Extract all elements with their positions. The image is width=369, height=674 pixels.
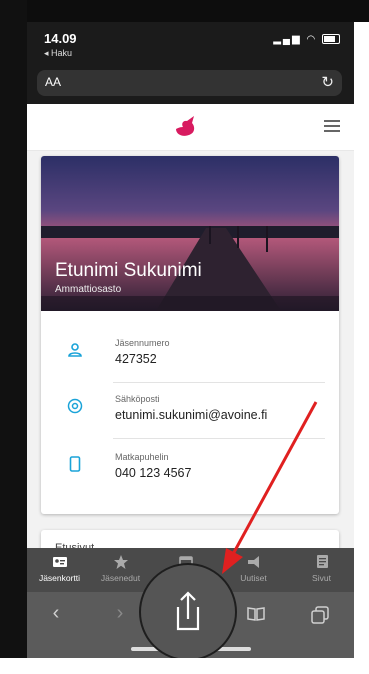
member-department: Ammattiosasto xyxy=(55,284,122,295)
tab-label: Jäsenkortti xyxy=(38,573,81,583)
back-icon[interactable]: ‹ xyxy=(41,602,71,625)
phone-icon xyxy=(69,456,81,472)
person-icon xyxy=(68,343,82,357)
field-label: Matkapuhelin xyxy=(115,452,169,462)
star-icon xyxy=(113,555,128,569)
screenshot-border-left xyxy=(0,0,27,674)
battery-icon xyxy=(322,34,340,45)
reload-icon[interactable]: ↻ xyxy=(321,73,334,91)
pages-icon xyxy=(316,555,328,568)
screenshot-border-top xyxy=(0,0,369,22)
at-icon xyxy=(67,398,83,414)
tab-member-card[interactable]: Jäsenkortti xyxy=(27,548,92,592)
status-icons: ▂▄▆ ◠ xyxy=(273,34,340,45)
field-value[interactable]: etunimi.sukunimi@avoine.fi xyxy=(115,408,267,422)
back-to-app-link[interactable]: ◂ Haku xyxy=(44,48,72,59)
logo-icon[interactable] xyxy=(172,112,200,140)
status-time: 14.09 xyxy=(44,31,77,46)
phone-screen: 14.09 ◂ Haku ▂▄▆ ◠ AA ↻ Etunimi Sukunimi… xyxy=(27,22,354,658)
hamburger-menu-icon[interactable] xyxy=(324,120,340,132)
divider xyxy=(113,382,325,383)
divider xyxy=(113,438,325,439)
member-card: Etunimi Sukunimi Ammattiosasto Jäsennume… xyxy=(41,156,339,514)
forward-icon[interactable]: › xyxy=(105,602,135,625)
bookmarks-icon[interactable] xyxy=(241,606,271,627)
field-label: Jäsennumero xyxy=(115,338,170,348)
share-button-highlight[interactable] xyxy=(139,563,237,658)
megaphone-icon xyxy=(247,556,259,568)
member-card-icon xyxy=(52,557,67,567)
screenshot-border-bottom xyxy=(0,658,369,674)
field-value[interactable]: 040 123 4567 xyxy=(115,466,191,480)
tabs-icon[interactable] xyxy=(305,606,335,630)
field-phone: Matkapuhelin 040 123 4567 xyxy=(41,448,339,504)
reader-settings-button[interactable]: AA xyxy=(45,75,61,89)
member-name: Etunimi Sukunimi xyxy=(55,260,202,281)
share-icon[interactable] xyxy=(141,565,235,658)
tab-label: Sivut xyxy=(312,573,331,583)
browser-top-bar: 14.09 ◂ Haku ▂▄▆ ◠ AA ↻ xyxy=(27,22,354,104)
wifi-icon: ◠ xyxy=(306,34,318,45)
signal-icon: ▂▄▆ xyxy=(273,34,302,45)
tab-pages[interactable]: Sivut xyxy=(289,548,354,592)
address-bar[interactable]: AA ↻ xyxy=(37,70,342,96)
field-label: Sähköposti xyxy=(115,394,160,404)
site-header xyxy=(27,104,354,151)
field-value: 427352 xyxy=(115,352,157,366)
